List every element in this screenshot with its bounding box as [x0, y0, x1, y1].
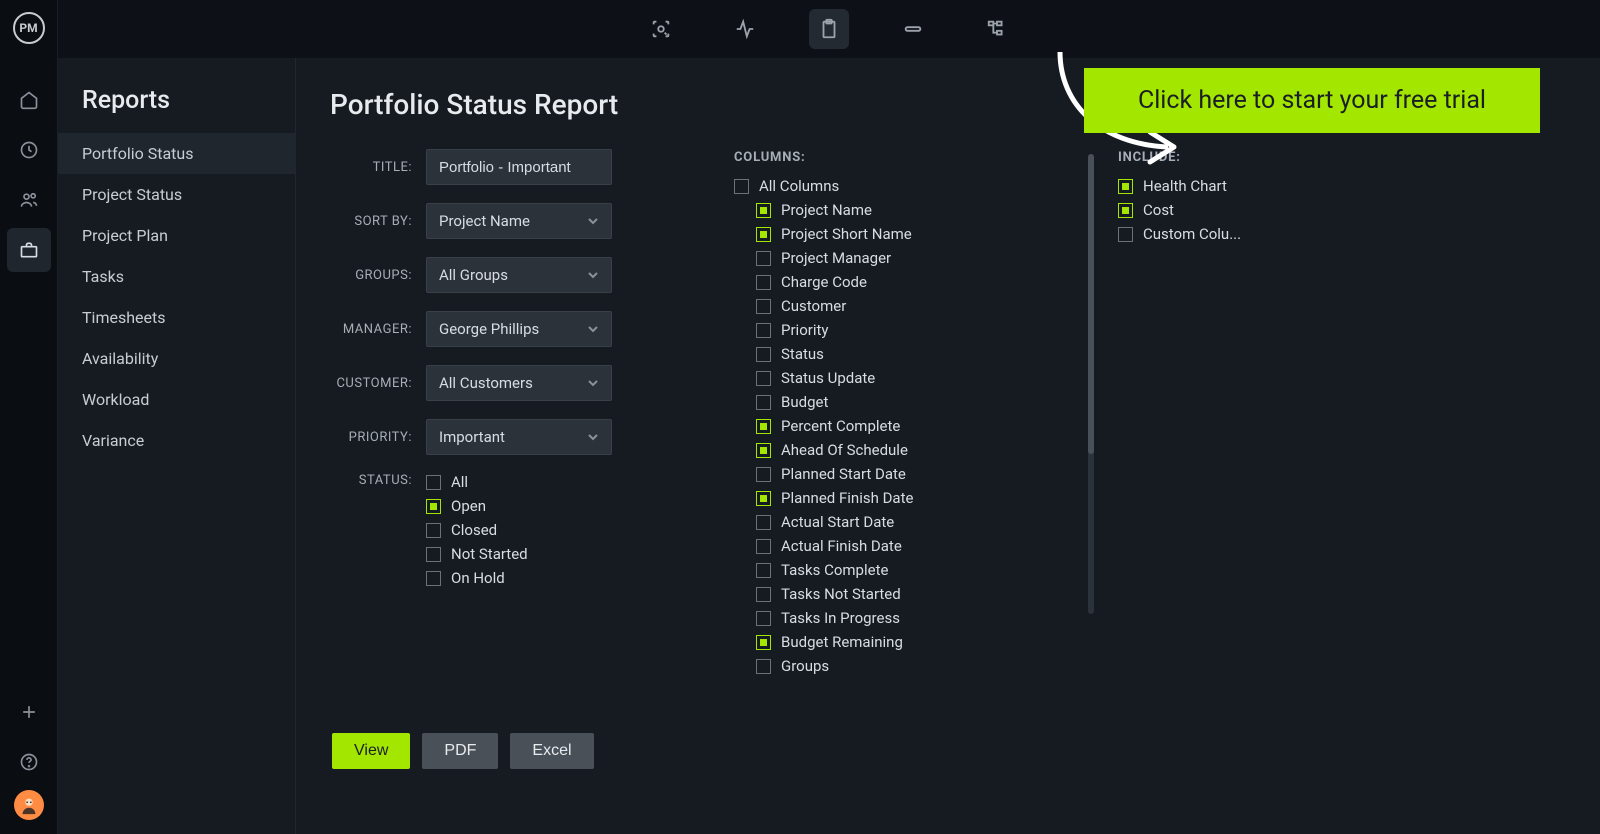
- activity-icon[interactable]: [725, 9, 765, 49]
- view-button[interactable]: View: [332, 733, 410, 769]
- report-item-project-status[interactable]: Project Status: [58, 174, 295, 215]
- report-item-tasks[interactable]: Tasks: [58, 256, 295, 297]
- pdf-button[interactable]: PDF: [422, 733, 498, 769]
- reports-heading: Reports: [58, 86, 295, 133]
- logo: PM: [13, 12, 45, 44]
- checkbox-all-columns[interactable]: All Columns: [734, 177, 1054, 195]
- help-icon[interactable]: [7, 740, 51, 784]
- column-checkbox-priority[interactable]: Priority: [756, 321, 1054, 339]
- people-icon[interactable]: [7, 178, 51, 222]
- column-checkbox-tasks-in-progress[interactable]: Tasks In Progress: [756, 609, 1054, 627]
- clipboard-icon[interactable]: [809, 9, 849, 49]
- include-heading: INCLUDE:: [1118, 150, 1298, 165]
- status-checkbox-on-hold[interactable]: On Hold: [426, 569, 528, 587]
- columns-heading: COLUMNS:: [734, 150, 1054, 165]
- report-item-portfolio-status[interactable]: Portfolio Status: [58, 133, 295, 174]
- column-checkbox-ahead-of-schedule[interactable]: Ahead Of Schedule: [756, 441, 1054, 459]
- hierarchy-icon[interactable]: [977, 9, 1017, 49]
- column-checkbox-planned-start-date[interactable]: Planned Start Date: [756, 465, 1054, 483]
- customer-select[interactable]: All Customers: [426, 365, 612, 401]
- priority-select[interactable]: Important: [426, 419, 612, 455]
- status-checkbox-closed[interactable]: Closed: [426, 521, 528, 539]
- column-checkbox-project-short-name[interactable]: Project Short Name: [756, 225, 1054, 243]
- status-checkbox-all[interactable]: All: [426, 473, 528, 491]
- manager-select[interactable]: George Phillips: [426, 311, 612, 347]
- icon-sidebar: PM: [0, 0, 58, 834]
- manager-label: MANAGER:: [330, 322, 426, 337]
- report-nav: Reports Portfolio StatusProject StatusPr…: [58, 58, 296, 834]
- status-checkbox-not-started[interactable]: Not Started: [426, 545, 528, 563]
- column-checkbox-percent-complete[interactable]: Percent Complete: [756, 417, 1054, 435]
- column-checkbox-tasks-not-started[interactable]: Tasks Not Started: [756, 585, 1054, 603]
- link-icon[interactable]: [893, 9, 933, 49]
- include-checkbox-health-chart[interactable]: Health Chart: [1118, 177, 1298, 195]
- sortby-label: SORT BY:: [330, 214, 426, 229]
- report-item-project-plan[interactable]: Project Plan: [58, 215, 295, 256]
- cta-banner[interactable]: Click here to start your free trial: [1084, 68, 1540, 133]
- title-input[interactable]: [426, 149, 612, 185]
- report-item-variance[interactable]: Variance: [58, 420, 295, 461]
- groups-label: GROUPS:: [330, 268, 426, 283]
- column-checkbox-status-update[interactable]: Status Update: [756, 369, 1054, 387]
- column-checkbox-planned-finish-date[interactable]: Planned Finish Date: [756, 489, 1054, 507]
- clock-icon[interactable]: [7, 128, 51, 172]
- column-checkbox-status[interactable]: Status: [756, 345, 1054, 363]
- plus-icon[interactable]: [7, 690, 51, 734]
- groups-select[interactable]: All Groups: [426, 257, 612, 293]
- home-icon[interactable]: [7, 78, 51, 122]
- column-checkbox-budget[interactable]: Budget: [756, 393, 1054, 411]
- briefcase-icon[interactable]: [7, 228, 51, 272]
- top-toolbar: [58, 0, 1600, 58]
- include-checkbox-custom-colu-[interactable]: Custom Colu...: [1118, 225, 1298, 243]
- column-checkbox-customer[interactable]: Customer: [756, 297, 1054, 315]
- column-checkbox-actual-finish-date[interactable]: Actual Finish Date: [756, 537, 1054, 555]
- report-item-timesheets[interactable]: Timesheets: [58, 297, 295, 338]
- status-checkbox-open[interactable]: Open: [426, 497, 528, 515]
- excel-button[interactable]: Excel: [510, 733, 593, 769]
- report-item-workload[interactable]: Workload: [58, 379, 295, 420]
- customer-label: CUSTOMER:: [330, 376, 426, 391]
- column-checkbox-project-name[interactable]: Project Name: [756, 201, 1054, 219]
- avatar[interactable]: [14, 790, 44, 820]
- priority-label: PRIORITY:: [330, 430, 426, 445]
- status-label: STATUS:: [330, 473, 426, 488]
- sortby-select[interactable]: Project Name: [426, 203, 612, 239]
- scan-icon[interactable]: [641, 9, 681, 49]
- title-label: TITLE:: [330, 160, 426, 175]
- column-checkbox-tasks-complete[interactable]: Tasks Complete: [756, 561, 1054, 579]
- report-item-availability[interactable]: Availability: [58, 338, 295, 379]
- column-checkbox-groups[interactable]: Groups: [756, 657, 1054, 675]
- include-checkbox-cost[interactable]: Cost: [1118, 201, 1298, 219]
- column-checkbox-actual-start-date[interactable]: Actual Start Date: [756, 513, 1054, 531]
- column-checkbox-project-manager[interactable]: Project Manager: [756, 249, 1054, 267]
- scrollbar[interactable]: [1088, 154, 1094, 614]
- column-checkbox-charge-code[interactable]: Charge Code: [756, 273, 1054, 291]
- column-checkbox-budget-remaining[interactable]: Budget Remaining: [756, 633, 1054, 651]
- page-title: Portfolio Status Report: [330, 88, 710, 121]
